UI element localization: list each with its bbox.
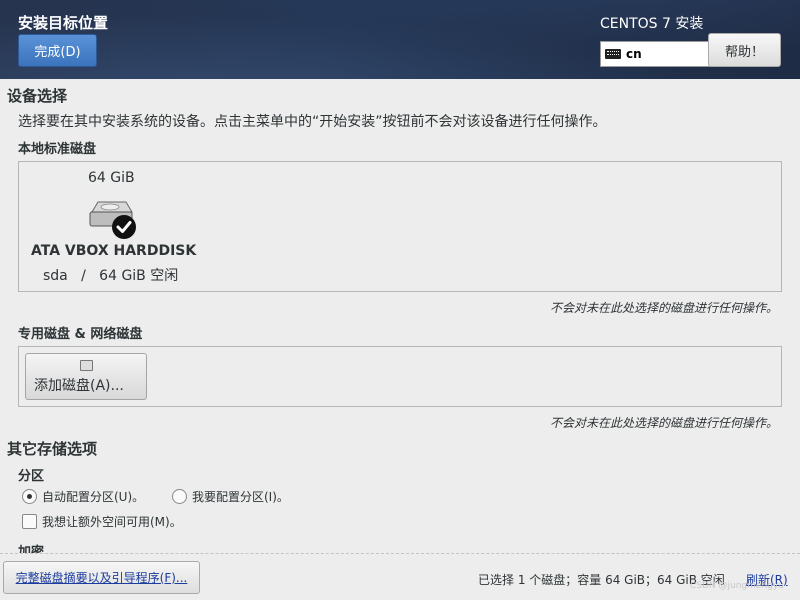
disk-add-icon xyxy=(80,360,93,371)
product-name: CENTOS 7 安装 xyxy=(600,16,704,32)
watermark: CSDN @jungmengyu xyxy=(690,581,784,591)
other-storage-title: 其它存储选项 xyxy=(7,440,98,458)
extra-space-label: 我想让额外空间可用(M)。 xyxy=(42,515,182,529)
auto-partition-label: 自动配置分区(U)。 xyxy=(42,490,145,504)
full-disk-summary-button[interactable]: 完整磁盘摘要以及引导程序(F)... xyxy=(3,561,200,594)
harddisk-selected-icon[interactable] xyxy=(88,198,136,240)
manual-partition-radio[interactable]: 我要配置分区(I)。 xyxy=(172,488,289,505)
done-button[interactable]: 完成(D) xyxy=(18,34,97,67)
help-button[interactable]: 帮助！ xyxy=(708,33,781,67)
local-disks-heading: 本地标准磁盘 xyxy=(18,142,97,157)
keyboard-layout-label: cn xyxy=(626,47,642,61)
extra-space-checkbox[interactable]: 我想让额外空间可用(M)。 xyxy=(22,513,182,530)
header-bar: 安装目标位置 完成(D) CENTOS 7 安装 cn 帮助！ xyxy=(0,0,800,79)
encryption-heading: 加密 xyxy=(18,545,45,553)
checkbox-indicator xyxy=(22,514,37,529)
device-selection-description: 选择要在其中安装系统的设备。点击主菜单中的“开始安装”按钮前不会对该设备进行任何… xyxy=(18,114,607,130)
specialized-disks-heading: 专用磁盘 & 网络磁盘 xyxy=(18,327,143,342)
local-disks-note: 不会对未在此处选择的磁盘进行任何操作。 xyxy=(549,301,778,315)
partition-heading: 分区 xyxy=(18,469,45,484)
radio-unchecked-indicator xyxy=(172,489,187,504)
disk-size: 64 GiB xyxy=(88,170,135,186)
auto-partition-radio[interactable]: 自动配置分区(U)。 xyxy=(22,488,144,505)
specialized-disks-note: 不会对未在此处选择的磁盘进行任何操作。 xyxy=(549,416,778,430)
device-selection-title: 设备选择 xyxy=(7,87,68,105)
keyboard-layout-indicator[interactable]: cn xyxy=(600,41,710,67)
radio-checked-indicator xyxy=(22,489,37,504)
add-disk-label: 添加磁盘(A)... xyxy=(34,378,124,394)
page-title: 安装目标位置 xyxy=(18,14,109,32)
keyboard-icon xyxy=(605,49,621,59)
disk-name: ATA VBOX HARDDISK xyxy=(31,243,197,259)
footer-bar: 完整磁盘摘要以及引导程序(F)... 已选择 1 个磁盘；容量 64 GiB；6… xyxy=(0,553,800,600)
manual-partition-label: 我要配置分区(I)。 xyxy=(192,490,289,504)
disk-selection-status: 已选择 1 个磁盘；容量 64 GiB；64 GiB 空闲 xyxy=(478,573,725,587)
add-disk-button[interactable]: 添加磁盘(A)... xyxy=(25,353,147,400)
disk-details: sda / 64 GiB 空闲 xyxy=(43,268,179,284)
